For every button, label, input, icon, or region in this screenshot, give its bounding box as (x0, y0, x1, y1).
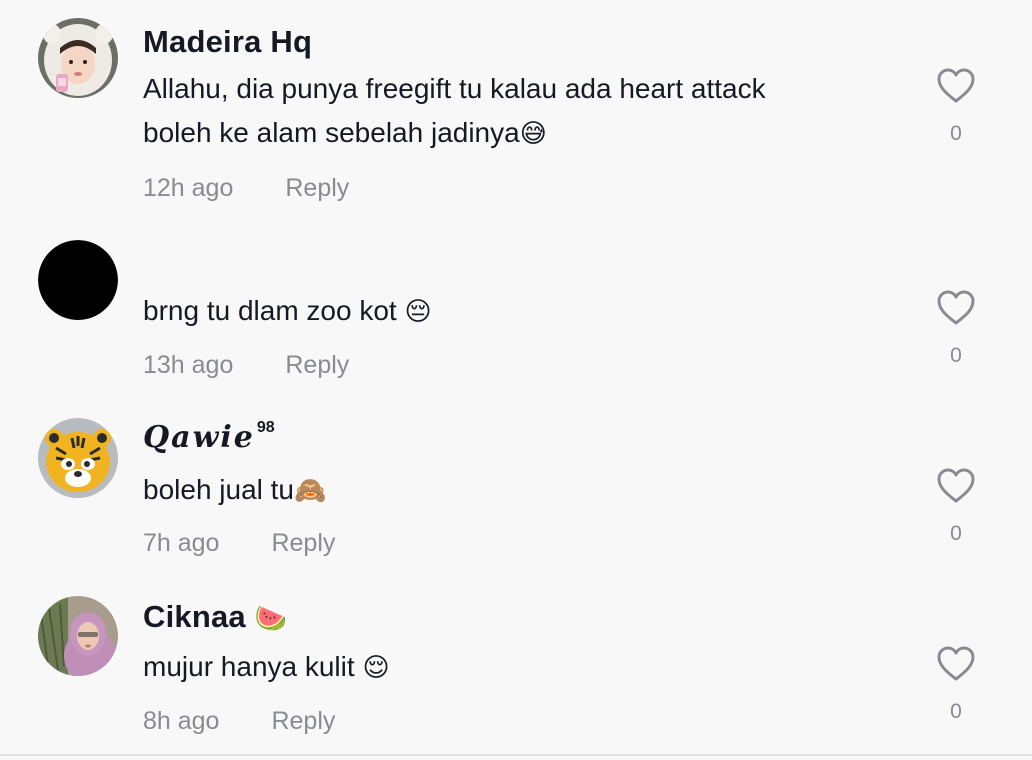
comment-text: Allahu, dia punya freegift tu kalau ada … (143, 67, 903, 156)
comment-item: Madeira Hq Allahu, dia punya freegift tu… (0, 0, 1032, 215)
heart-outline-icon[interactable] (936, 468, 976, 504)
like-control: 0 (934, 290, 978, 368)
heart-outline-icon[interactable] (936, 646, 976, 682)
comment-item: brng tu dlam zoo kot 😔 13h ago Reply 0 (0, 215, 1032, 395)
see-no-evil-monkey-emoji: 🙈 (294, 476, 327, 506)
like-control: 0 (934, 646, 978, 724)
avatar-black-circle-icon (38, 240, 118, 320)
comment-meta: 13h ago Reply (143, 351, 349, 380)
username-text: Ciknaa (143, 599, 246, 634)
timestamp: 12h ago (143, 174, 234, 202)
watermelon-emoji: 🍉 (254, 604, 288, 634)
heart-outline-icon[interactable] (936, 68, 976, 104)
username[interactable]: Ciknaa 🍉 (143, 599, 287, 635)
comment-text: boleh jual tu🙈 (143, 468, 903, 513)
avatar[interactable] (38, 418, 118, 498)
comment-meta: 12h ago Reply (143, 174, 349, 203)
username[interactable]: Madeira Hq (143, 24, 312, 60)
reply-button[interactable]: Reply (271, 529, 335, 558)
timestamp: 13h ago (143, 351, 234, 379)
heart-outline-icon[interactable] (936, 290, 976, 326)
like-count: 0 (950, 700, 962, 723)
username-text: Qawie (143, 420, 255, 455)
reply-button[interactable]: Reply (285, 174, 349, 203)
avatar[interactable] (38, 18, 118, 98)
comment-text-line: mujur hanya kulit (143, 651, 355, 682)
username-superscript: 98 (256, 419, 275, 436)
avatar[interactable] (38, 240, 118, 320)
sweat-smile-emoji: 😅 (519, 119, 547, 149)
comment-meta: 7h ago Reply (143, 529, 335, 558)
comment-text-line: Allahu, dia punya freegift tu kalau ada … (143, 73, 766, 104)
like-count: 0 (950, 522, 962, 545)
like-count: 0 (950, 122, 962, 145)
timestamp: 7h ago (143, 529, 220, 557)
comment-text: mujur hanya kulit 😌 (143, 645, 903, 690)
comment-meta: 8h ago Reply (143, 707, 335, 736)
comment-item: Ciknaa 🍉 mujur hanya kulit 😌 8h ago Reply… (0, 575, 1032, 755)
avatar-hijab-girl-icon (38, 596, 118, 676)
comment-text: brng tu dlam zoo kot 😔 (143, 289, 903, 334)
username[interactable]: Qawie 98 (143, 419, 275, 455)
timestamp: 8h ago (143, 707, 220, 735)
comment-text-line: boleh ke alam sebelah jadinya (143, 117, 520, 148)
reply-button[interactable]: Reply (271, 707, 335, 736)
like-control: 0 (934, 468, 978, 546)
like-control: 0 (934, 68, 978, 146)
like-count: 0 (950, 344, 962, 367)
avatar[interactable] (38, 596, 118, 676)
reply-button[interactable]: Reply (285, 351, 349, 380)
divider (0, 754, 1032, 756)
avatar-girl-white-hood-icon (38, 18, 118, 98)
comment-text-line: brng tu dlam zoo kot (143, 295, 397, 326)
comment-item: Qawie 98 boleh jual tu🙈 7h ago Reply 0 (0, 395, 1032, 575)
relieved-emoji: 😌 (362, 653, 390, 683)
comment-text-line: boleh jual tu (143, 474, 295, 505)
pensive-emoji: 😔 (404, 297, 432, 327)
avatar-tiger-icon (38, 418, 118, 498)
